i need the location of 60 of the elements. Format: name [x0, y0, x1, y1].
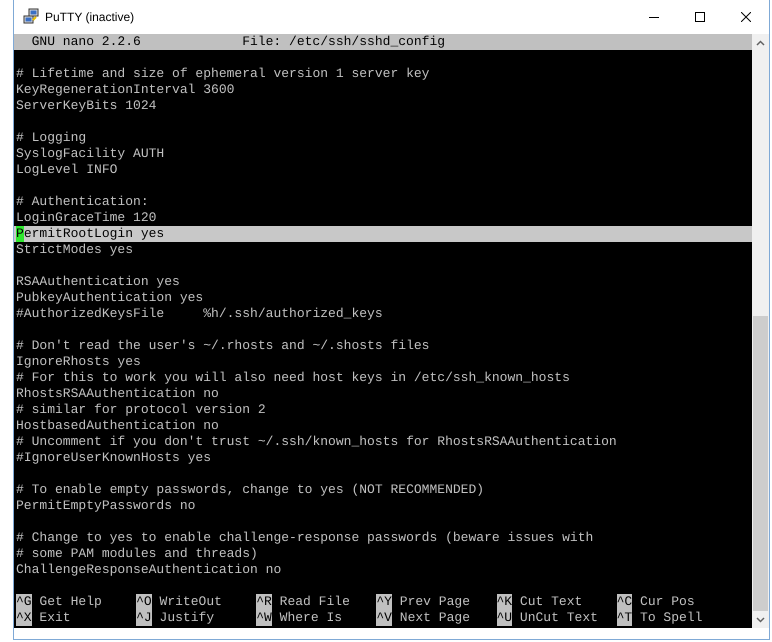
maximize-icon	[695, 12, 705, 22]
code-line: # Logging	[16, 130, 86, 146]
code-line: IgnoreRhosts yes	[16, 354, 141, 370]
code-line: # similar for protocol version 2	[16, 402, 266, 418]
shortcut-key: ^V	[376, 610, 392, 626]
window-title: PuTTY (inactive)	[45, 10, 136, 24]
shortcut-label: UnCut Text	[520, 610, 598, 626]
code-line: PermitRootLogin yes	[16, 226, 164, 242]
shortcut-label: Prev Page	[400, 594, 470, 610]
code-line: SyslogFacility AUTH	[16, 146, 164, 162]
shortcut-label: Read File	[280, 594, 350, 610]
shortcut-label: Justify	[160, 610, 214, 626]
chevron-down-icon	[756, 616, 765, 622]
shortcut-key: ^U	[496, 610, 512, 626]
code-line: # Uncomment if you don't trust ~/.ssh/known_hosts for RhostsRSAAuthentication	[16, 434, 617, 450]
chevron-up-icon	[756, 40, 765, 46]
shortcut-label: Where Is	[280, 610, 342, 626]
code-line: # some PAM modules and threads)	[16, 546, 258, 562]
code-line: # Don't read the user's ~/.rhosts and ~/.shosts files	[16, 338, 430, 354]
shortcut-key: ^G	[16, 594, 32, 610]
shortcut-key: ^O	[136, 594, 152, 610]
code-line: ChallengeResponseAuthentication no	[16, 562, 282, 578]
program-version: GNU nano 2.2.6	[32, 34, 141, 50]
shortcut-label: To Spell	[640, 610, 702, 626]
code-line: PubkeyAuthentication yes	[16, 290, 204, 306]
close-icon	[741, 12, 751, 22]
file-name: File: /etc/ssh/sshd_config	[242, 34, 446, 50]
shortcut-key: ^R	[256, 594, 272, 610]
shortcut-key: ^X	[16, 610, 32, 626]
code-line: # Lifetime and size of ephemeral version 1 server key	[16, 66, 430, 82]
shortcut-key: ^K	[496, 594, 512, 610]
code-line: # Change to yes to enable challenge-response passwords (beware issues with	[16, 530, 594, 546]
code-line: KeyRegenerationInterval 3600	[16, 82, 234, 98]
code-line: # Authentication:	[16, 194, 149, 210]
shortcut-key: ^Y	[376, 594, 392, 610]
code-line: # For this to work you will also need host keys in /etc/ssh_known_hosts	[16, 370, 570, 386]
shortcut-label: Get Help	[39, 594, 102, 610]
shortcut-key: ^C	[616, 594, 632, 610]
code-line: #AuthorizedKeysFile %h/.ssh/authorized_keys	[16, 306, 383, 322]
computers-icon	[22, 8, 40, 26]
code-line: RSAAuthentication yes	[16, 274, 180, 290]
code-line: StrictModes yes	[16, 242, 134, 258]
shortcut-label: Exit	[39, 610, 71, 626]
code-line: #IgnoreUserKnownHosts yes	[16, 450, 212, 466]
code-line: # To enable empty passwords, change to yes (NOT RECOMMENDED)	[16, 482, 484, 498]
shortcut-key: ^W	[256, 610, 272, 626]
shortcut-label: Next Page	[400, 610, 470, 626]
code-line: RhostsRSAAuthentication no	[16, 386, 219, 402]
shortcut-label: Cut Text	[520, 594, 582, 610]
shortcut-key: ^J	[136, 610, 152, 626]
code-line: LoginGraceTime 120	[16, 210, 156, 226]
shortcut-label: WriteOut	[160, 594, 222, 610]
scrollbar[interactable]	[752, 34, 769, 628]
shortcut-label: Cur Pos	[640, 594, 695, 610]
code-line: LogLevel INFO	[16, 162, 118, 178]
code-line: HostbasedAuthentication no	[16, 418, 219, 434]
code-line: PermitEmptyPasswords no	[16, 498, 196, 514]
scroll-thumb[interactable]	[753, 316, 768, 611]
shortcut-key: ^T	[616, 610, 632, 626]
code-line: ServerKeyBits 1024	[16, 98, 156, 114]
